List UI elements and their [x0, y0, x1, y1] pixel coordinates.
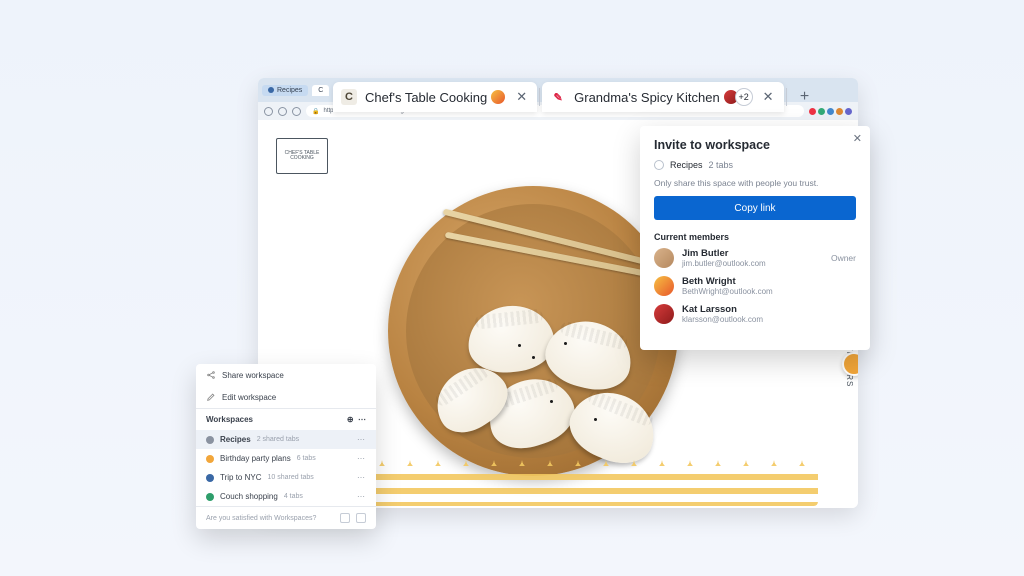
thumbs-down-icon[interactable]	[356, 513, 366, 523]
extension-icon[interactable]	[818, 108, 825, 115]
workspace-name: Recipes	[670, 160, 703, 170]
tab-divider	[786, 88, 787, 106]
lock-icon: 🔒	[312, 108, 319, 115]
presence-avatar-icon	[490, 89, 506, 105]
extension-icon[interactable]	[827, 108, 834, 115]
feedback-text: Are you satisfied with Workspaces?	[206, 515, 316, 522]
forward-icon[interactable]	[278, 107, 287, 116]
workspace-name: Trip to NYC	[220, 473, 262, 482]
extension-icon[interactable]	[845, 108, 852, 115]
thumbs-up-icon[interactable]	[340, 513, 350, 523]
member-email: jim.butler@outlook.com	[682, 259, 766, 268]
invite-panel: ✕ Invite to workspace Recipes 2 tabs Onl…	[640, 126, 870, 350]
member-row: Kat Larsson klarsson@outlook.com	[654, 304, 856, 324]
workspace-item-nyc[interactable]: Trip to NYC 10 shared tabs ⋯	[196, 468, 376, 487]
refresh-icon[interactable]	[292, 107, 301, 116]
workspace-summary: Recipes 2 tabs	[654, 160, 856, 170]
seed-graphic	[564, 342, 567, 345]
close-icon[interactable]: ✕	[761, 89, 776, 105]
add-workspace-icon[interactable]: ⊕ ⋯	[347, 415, 366, 424]
tab-grandmas-kitchen[interactable]: ✎ Grandma's Spicy Kitchen +2 ✕	[542, 82, 783, 112]
more-icon[interactable]: ⋯	[357, 473, 366, 482]
label: Edit workspace	[222, 393, 276, 402]
back-icon[interactable]	[264, 107, 273, 116]
workspace-sub: 6 tabs	[297, 455, 316, 462]
avatar-icon	[654, 248, 674, 268]
tab-divider	[539, 88, 540, 106]
member-email: BethWright@outlook.com	[682, 287, 773, 296]
more-icon[interactable]: ⋯	[357, 492, 366, 501]
owner-badge: Owner	[831, 253, 856, 263]
member-email: klarsson@outlook.com	[682, 315, 763, 324]
member-name: Jim Butler	[682, 248, 766, 259]
more-icon[interactable]: ⋯	[357, 454, 366, 463]
edit-workspace[interactable]: Edit workspace	[196, 386, 376, 408]
extension-icon[interactable]	[836, 108, 843, 115]
workspace-item-couch[interactable]: Couch shopping 4 tabs ⋯	[196, 487, 376, 506]
workspaces-header: Workspaces ⊕ ⋯	[196, 409, 376, 430]
new-tab-button[interactable]: +	[793, 85, 817, 109]
favicon-icon: C	[341, 89, 357, 105]
floating-tabs: C Chef's Table Cooking ✕ ✎ Grandma's Spi…	[333, 82, 817, 112]
workspace-item-recipes[interactable]: Recipes 2 shared tabs ⋯	[196, 430, 376, 449]
trust-note: Only share this space with people you tr…	[654, 178, 856, 188]
tab-presence: +2	[728, 88, 753, 106]
share-workspace[interactable]: Share workspace	[196, 364, 376, 386]
seed-graphic	[550, 400, 553, 403]
share-icon	[206, 370, 216, 380]
tab-presence	[495, 89, 506, 105]
workspace-sub: 10 shared tabs	[268, 474, 314, 481]
avatar-icon	[654, 304, 674, 324]
workspace-sub: 4 tabs	[284, 493, 303, 500]
workspace-chip[interactable]: Recipes	[262, 85, 308, 96]
wave-graphic	[298, 460, 818, 506]
tab-title: Grandma's Spicy Kitchen	[574, 90, 720, 105]
label: Workspaces	[206, 415, 253, 424]
workspace-chip-label: Recipes	[277, 87, 302, 94]
seed-graphic	[532, 356, 535, 359]
close-icon[interactable]: ✕	[853, 132, 862, 145]
tab-title: Chef's Table Cooking	[365, 90, 487, 105]
workspace-color-dot	[206, 493, 214, 501]
workspace-color-dot	[206, 436, 214, 444]
members-heading: Current members	[654, 232, 856, 242]
tab-count: 2 tabs	[709, 160, 734, 170]
member-name: Beth Wright	[682, 276, 773, 287]
copy-link-button[interactable]: Copy link	[654, 196, 856, 220]
workspaces-dropdown: Share workspace Edit workspace Workspace…	[196, 364, 376, 529]
label: Share workspace	[222, 371, 284, 380]
workspace-item-birthday[interactable]: Birthday party plans 6 tabs ⋯	[196, 449, 376, 468]
feedback-row: Are you satisfied with Workspaces?	[196, 507, 376, 529]
workspace-name: Birthday party plans	[220, 454, 291, 463]
workspace-name: Couch shopping	[220, 492, 278, 501]
seed-graphic	[594, 418, 597, 421]
more-icon[interactable]: ⋯	[357, 435, 366, 444]
member-row: Beth Wright BethWright@outlook.com	[654, 276, 856, 296]
presence-overflow[interactable]: +2	[735, 88, 753, 106]
workspace-color-dot	[206, 474, 214, 482]
favicon-icon: ✎	[550, 89, 566, 105]
member-row: Jim Butler jim.butler@outlook.com Owner	[654, 248, 856, 268]
pencil-icon	[206, 392, 216, 402]
member-name: Kat Larsson	[682, 304, 763, 315]
avatar-icon	[654, 276, 674, 296]
workspace-color-dot	[654, 160, 664, 170]
mini-tab[interactable]: C	[312, 85, 329, 96]
tab-chefs-table[interactable]: C Chef's Table Cooking ✕	[333, 82, 537, 112]
workspace-name: Recipes	[220, 435, 251, 444]
workspace-sub: 2 shared tabs	[257, 436, 299, 443]
seed-graphic	[518, 344, 521, 347]
workspace-color-dot	[268, 87, 274, 93]
invite-title: Invite to workspace	[654, 138, 856, 152]
close-icon[interactable]: ✕	[514, 89, 529, 105]
workspace-color-dot	[206, 455, 214, 463]
